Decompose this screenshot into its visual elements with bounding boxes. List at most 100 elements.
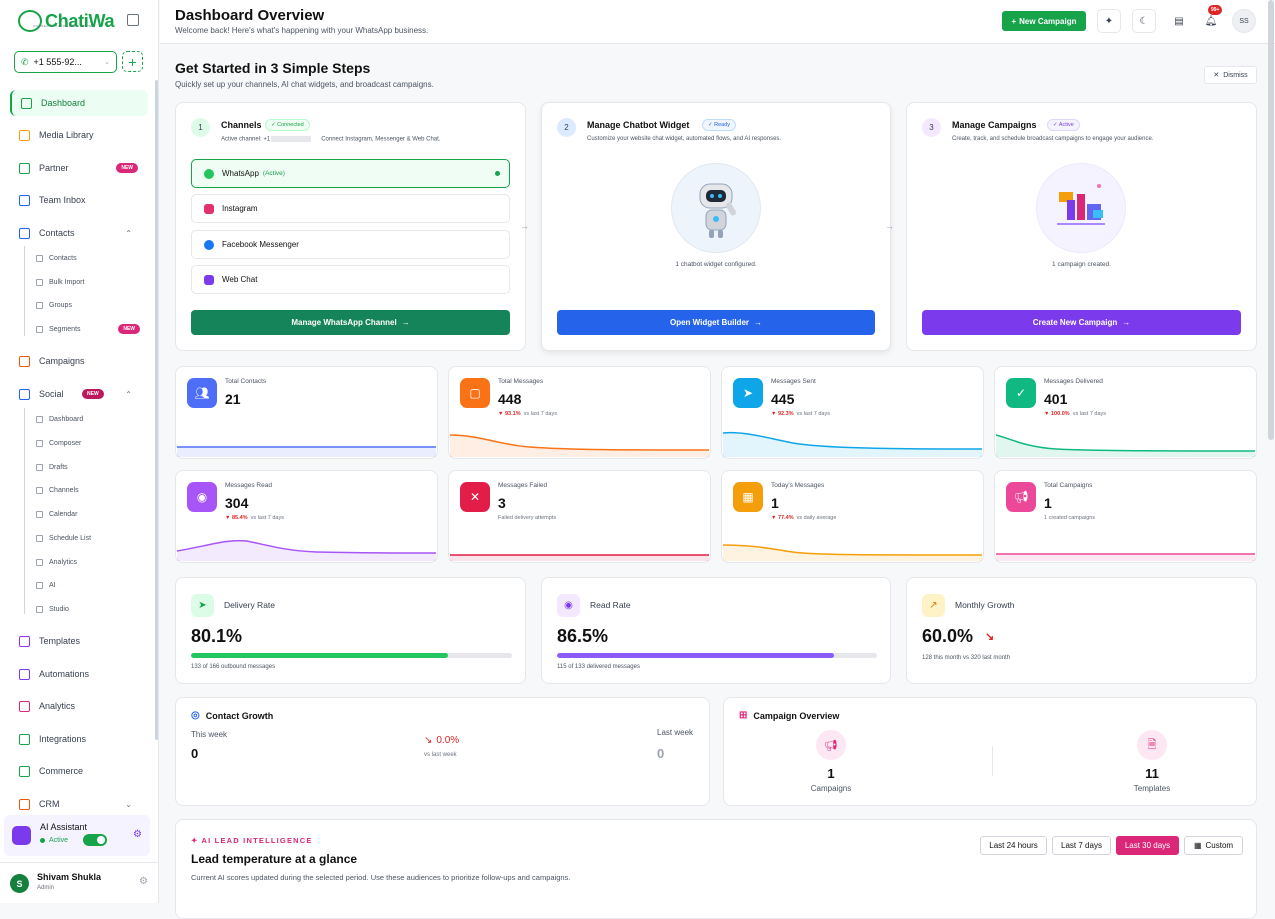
sub-item-label: Schedule List xyxy=(49,534,92,542)
ai-assistant-toggle[interactable] xyxy=(83,834,107,846)
phone-number-select[interactable]: ✆ +1 555-92... ⌄ xyxy=(14,51,117,73)
crm-icon xyxy=(19,798,30,810)
manage-whatsapp-button[interactable]: Manage WhatsApp Channel → xyxy=(191,310,510,335)
sidebar-item-commerce[interactable]: Commerce xyxy=(10,758,148,784)
sidebar-item-partner[interactable]: Partner NEW xyxy=(10,155,148,181)
bar-chart-icon xyxy=(19,700,30,712)
lead-title: Lead temperature at a glance xyxy=(191,852,358,866)
sidebar-item-dashboard[interactable]: Dashboard xyxy=(10,90,148,116)
sidebar-item-campaigns[interactable]: Campaigns xyxy=(10,348,148,374)
sub-item-label: Contacts xyxy=(49,254,77,262)
channel-webchat[interactable]: Web Chat xyxy=(191,265,510,294)
stat-card: 📢︎ Total Campaigns 1 1 created campaigns xyxy=(994,470,1257,563)
user-avatar[interactable]: SS xyxy=(1232,9,1256,33)
translate-button[interactable]: ✦ xyxy=(1097,9,1121,33)
range-custom-button[interactable]: ▦ Custom xyxy=(1184,836,1243,855)
sub-item-ai[interactable]: AI xyxy=(36,576,146,594)
open-widget-builder-button[interactable]: Open Widget Builder → xyxy=(557,310,875,335)
sub-item-segments[interactable]: Segments NEW xyxy=(36,320,146,338)
step-title: Manage Campaigns xyxy=(952,120,1037,130)
sparkline-area xyxy=(450,435,709,457)
lead-kicker: ✦ AI LEAD INTELLIGENCE xyxy=(191,836,313,845)
sidebar-item-templates[interactable]: Templates xyxy=(10,628,148,654)
ai-assistant-status: Active xyxy=(40,837,68,844)
gear-icon[interactable]: ⚙ xyxy=(139,876,148,887)
sparkline xyxy=(996,553,1255,561)
sub-item-social-dashboard[interactable]: Dashboard xyxy=(36,410,146,428)
trending-up-icon: ↗ xyxy=(922,594,945,617)
arrow-down-right-icon: ↘ xyxy=(424,735,433,746)
sub-item-calendar[interactable]: Calendar xyxy=(36,505,146,523)
send-icon: ➤ xyxy=(733,378,763,408)
arrow-right-icon: → xyxy=(401,318,410,327)
theme-toggle-button[interactable]: ☾ xyxy=(1132,9,1156,33)
sub-item-social-analytics[interactable]: Analytics xyxy=(36,553,146,571)
sparkline xyxy=(450,434,709,457)
sidebar-item-integrations[interactable]: Integrations xyxy=(10,726,148,752)
sparkline xyxy=(450,554,709,561)
stat-value: 21 xyxy=(225,391,241,407)
campaigns-step-card: 3 Manage Campaigns ✓ Active Create, trac… xyxy=(906,102,1257,351)
sidebar-scrollbar[interactable] xyxy=(155,80,158,740)
sidebar-item-crm[interactable]: CRM ⌄ xyxy=(10,791,148,817)
range-7d-button[interactable]: Last 7 days xyxy=(1052,836,1111,855)
add-phone-button[interactable]: + xyxy=(122,51,143,72)
eye-icon: ◉ xyxy=(557,594,580,617)
campaigns-label: Campaigns xyxy=(810,784,852,793)
sidebar-collapse-icon[interactable] xyxy=(127,14,139,26)
upload-icon xyxy=(36,278,43,286)
sidebar-item-analytics[interactable]: Analytics xyxy=(10,693,148,719)
chevron-up-icon: ⌃ xyxy=(125,228,132,238)
stat-label: Messages Sent xyxy=(771,378,816,385)
sidebar-item-label: Partner xyxy=(39,163,69,173)
sidebar-item-team-inbox[interactable]: Team Inbox xyxy=(10,187,148,213)
sub-item-bulk-import[interactable]: Bulk Import xyxy=(36,273,146,291)
ai-assistant-title: AI Assistant xyxy=(40,822,88,832)
chat-icon xyxy=(19,194,30,206)
sub-item-label: Drafts xyxy=(49,463,68,471)
sub-item-composer[interactable]: Composer xyxy=(36,434,146,452)
stat-label: Total Campaigns xyxy=(1044,482,1093,489)
range-24h-button[interactable]: Last 24 hours xyxy=(980,836,1047,855)
user-profile[interactable]: S Shivam Shukla Admin ⚙ xyxy=(0,862,159,903)
brand-logo[interactable]: ChatiWa xyxy=(18,10,115,32)
sliders-icon[interactable]: ⚙ xyxy=(133,829,142,840)
step-description: Active channel: +1 Connect Instagram, Mes… xyxy=(221,136,440,143)
channel-instagram[interactable]: Instagram xyxy=(191,194,510,223)
channel-whatsapp[interactable]: WhatsApp (Active) xyxy=(191,159,510,188)
sidebar-item-media-library[interactable]: Media Library xyxy=(10,122,148,148)
submenu-line xyxy=(24,246,25,336)
sub-item-label: Channels xyxy=(49,486,79,494)
sub-item-groups[interactable]: Groups xyxy=(36,296,146,314)
sidebar-item-label: Automations xyxy=(39,669,90,679)
sub-item-drafts[interactable]: Drafts xyxy=(36,458,146,476)
sub-item-channels[interactable]: Channels xyxy=(36,481,146,499)
campaigns-count: 1 xyxy=(827,766,835,781)
sub-item-label: Bulk Import xyxy=(49,278,85,286)
sidebar-item-automations[interactable]: Automations xyxy=(10,661,148,687)
new-campaign-button[interactable]: + New Campaign xyxy=(1002,11,1086,31)
notes-button[interactable]: ▤ xyxy=(1167,9,1191,33)
rate-value: 80.1% xyxy=(191,626,243,646)
steps-title: Get Started in 3 Simple Steps xyxy=(175,60,371,76)
sub-item-contacts[interactable]: Contacts xyxy=(36,249,146,267)
sidebar-item-contacts[interactable]: Contacts ⌃ xyxy=(10,220,148,246)
main-scrollbar[interactable] xyxy=(1268,0,1274,440)
sparkle-icon xyxy=(36,581,43,589)
growth-change-value: 0.0% xyxy=(436,735,460,746)
create-campaign-button[interactable]: Create New Campaign → xyxy=(922,310,1241,335)
sidebar-item-social[interactable]: Social NEW ⌃ xyxy=(10,381,148,407)
stat-label: Messages Delivered xyxy=(1044,378,1103,385)
kicker-label: AI LEAD INTELLIGENCE xyxy=(201,836,313,845)
rate-note: 128 this month vs 320 last month xyxy=(922,655,1011,661)
sub-item-schedule-list[interactable]: Schedule List xyxy=(36,529,146,547)
megaphone-icon xyxy=(19,355,30,367)
chat-bubble-logo-icon xyxy=(18,10,42,32)
channel-messenger[interactable]: Facebook Messenger xyxy=(191,230,510,259)
sub-item-studio[interactable]: Studio xyxy=(36,600,146,618)
new-campaign-label: New Campaign xyxy=(1019,16,1077,26)
stat-card: ✕ Messages Failed 3 Failed delivery attempt… xyxy=(448,470,711,563)
sparkline-area xyxy=(450,555,709,561)
range-30d-button[interactable]: Last 30 days xyxy=(1116,836,1179,855)
dismiss-button[interactable]: ✕ Dismiss xyxy=(1204,66,1257,84)
